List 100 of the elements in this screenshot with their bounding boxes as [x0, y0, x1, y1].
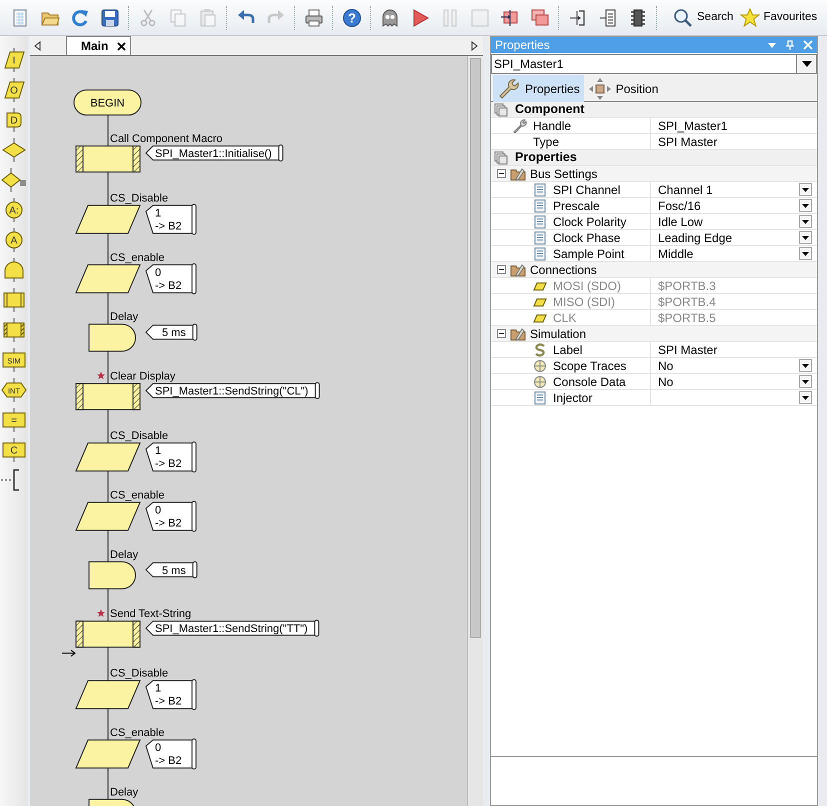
scrollbar-thumb[interactable]: [470, 58, 481, 638]
property-name: Clock Phase: [553, 230, 620, 246]
document-tab[interactable]: Main: [66, 36, 132, 55]
search-button[interactable]: Search: [661, 2, 734, 32]
caret-icon[interactable]: [802, 220, 809, 224]
list-icon: [533, 230, 547, 244]
delay-block[interactable]: [88, 798, 136, 806]
panel-tab[interactable]: Properties: [493, 75, 584, 102]
dropdown-button[interactable]: [799, 215, 812, 228]
property-value[interactable]: Idle Low: [658, 212, 703, 230]
crosshair-icon: [533, 374, 547, 388]
dropdown-button[interactable]: [799, 391, 812, 404]
save-icon[interactable]: [100, 8, 120, 28]
printer-icon[interactable]: [304, 8, 324, 28]
step-label: Delay: [110, 548, 138, 561]
macro-block[interactable]: [76, 620, 140, 648]
output-block[interactable]: [75, 680, 141, 710]
dropdown-button[interactable]: [799, 375, 812, 388]
step-label: CS_Disable: [110, 668, 168, 680]
pin-icon[interactable]: [785, 40, 795, 50]
property-value[interactable]: Channel 1: [658, 180, 713, 198]
bar-rectangle-icon[interactable]: [1, 288, 27, 312]
macro-block[interactable]: [76, 146, 140, 172]
caret-icon[interactable]: [802, 204, 809, 208]
list-icon: [533, 198, 547, 212]
step-label: CS_Disable: [110, 192, 168, 204]
list-icon: [533, 214, 547, 228]
help-icon[interactable]: ?: [342, 8, 362, 28]
begin-terminal[interactable]: BEGIN: [74, 90, 142, 116]
collapse-icon[interactable]: [497, 265, 506, 274]
scroll-left-icon[interactable]: [34, 41, 42, 51]
step-label: CS_enable: [110, 252, 164, 264]
group-header[interactable]: Simulation: [530, 324, 586, 342]
scrollbar[interactable]: [467, 56, 483, 806]
property-name: SPI Channel: [553, 182, 620, 198]
step-label: CS_Disable: [110, 430, 168, 442]
dropdown-icon[interactable]: [767, 40, 777, 50]
box-arrow-icon[interactable]: [500, 8, 520, 28]
diamond-icon[interactable]: [1, 168, 27, 192]
property-value[interactable]: SPI Master: [658, 340, 718, 358]
output-block[interactable]: [75, 264, 141, 294]
scroll-right-icon[interactable]: [470, 41, 478, 51]
property-value[interactable]: Middle: [658, 244, 694, 262]
port-icon[interactable]: [598, 8, 618, 28]
comment-callout: 1 -> B2: [145, 204, 196, 235]
comment-callout: 0 -> B2: [145, 263, 196, 294]
panel-tab[interactable]: Position: [584, 75, 662, 102]
property-name: MOSI (SDO): [553, 278, 621, 294]
property-value[interactable]: SPI Master: [658, 132, 718, 150]
wrench-icon: [497, 76, 521, 100]
property-value[interactable]: No: [658, 372, 674, 390]
caret-icon[interactable]: [802, 396, 809, 400]
collapse-icon[interactable]: [497, 329, 506, 338]
property-name: Sample Point: [553, 246, 624, 262]
search-icon[interactable]: [673, 8, 693, 28]
output-block[interactable]: [75, 442, 141, 472]
delay-block[interactable]: [88, 324, 136, 352]
macro-block[interactable]: [76, 383, 140, 410]
close-icon[interactable]: [117, 42, 126, 50]
star-icon[interactable]: [740, 8, 760, 28]
dropdown-button[interactable]: [799, 183, 812, 196]
favourites-button[interactable]: Favourites: [733, 2, 818, 32]
step-label: Call Component Macro: [110, 133, 222, 145]
dropdown-button[interactable]: [799, 231, 812, 244]
comment-callout: 0 -> B2: [145, 500, 196, 532]
caret-icon[interactable]: [802, 61, 812, 67]
caret-icon[interactable]: [802, 188, 809, 192]
output-block[interactable]: [75, 204, 141, 234]
hatched-rectangle-icon[interactable]: [1, 318, 27, 342]
caret-icon[interactable]: [802, 364, 809, 368]
diamond-icon[interactable]: [1, 138, 27, 162]
caret-icon[interactable]: [802, 236, 809, 240]
dropdown-button[interactable]: [799, 359, 812, 372]
ghost-icon[interactable]: [380, 8, 400, 28]
folder-icon: [510, 166, 526, 182]
step-label: Delay: [110, 311, 138, 324]
folder-icon: [510, 326, 526, 342]
step-label: Clear Display: [110, 370, 176, 383]
caret-icon[interactable]: [802, 380, 809, 384]
property-value[interactable]: No: [658, 356, 674, 374]
property-value[interactable]: SPI_Master1: [658, 116, 728, 134]
stacked-boxes-icon[interactable]: [530, 8, 550, 28]
collapse-icon[interactable]: [497, 169, 506, 178]
output-block[interactable]: [75, 502, 141, 531]
output-block[interactable]: [75, 740, 141, 768]
property-value[interactable]: Fosc/16: [658, 196, 701, 214]
dropdown-button[interactable]: [799, 247, 812, 260]
property-name: Injector: [553, 390, 592, 406]
component-selector[interactable]: SPI_Master1: [491, 54, 817, 74]
chip-icon[interactable]: [628, 8, 648, 28]
dropdown-button[interactable]: [799, 199, 812, 212]
step-label: CS_enable: [110, 489, 164, 502]
caret-icon[interactable]: [802, 252, 809, 256]
comment-callout: SPI_Master1::SendString("CL"): [145, 382, 320, 400]
refresh-icon[interactable]: [70, 8, 90, 28]
property-value[interactable]: Leading Edge: [658, 228, 732, 246]
property-name: Handle: [533, 118, 572, 134]
delay-block[interactable]: [88, 561, 136, 590]
comment-callout: 0 -> B2: [145, 738, 196, 770]
step-label: Send Text-String: [110, 608, 192, 620]
